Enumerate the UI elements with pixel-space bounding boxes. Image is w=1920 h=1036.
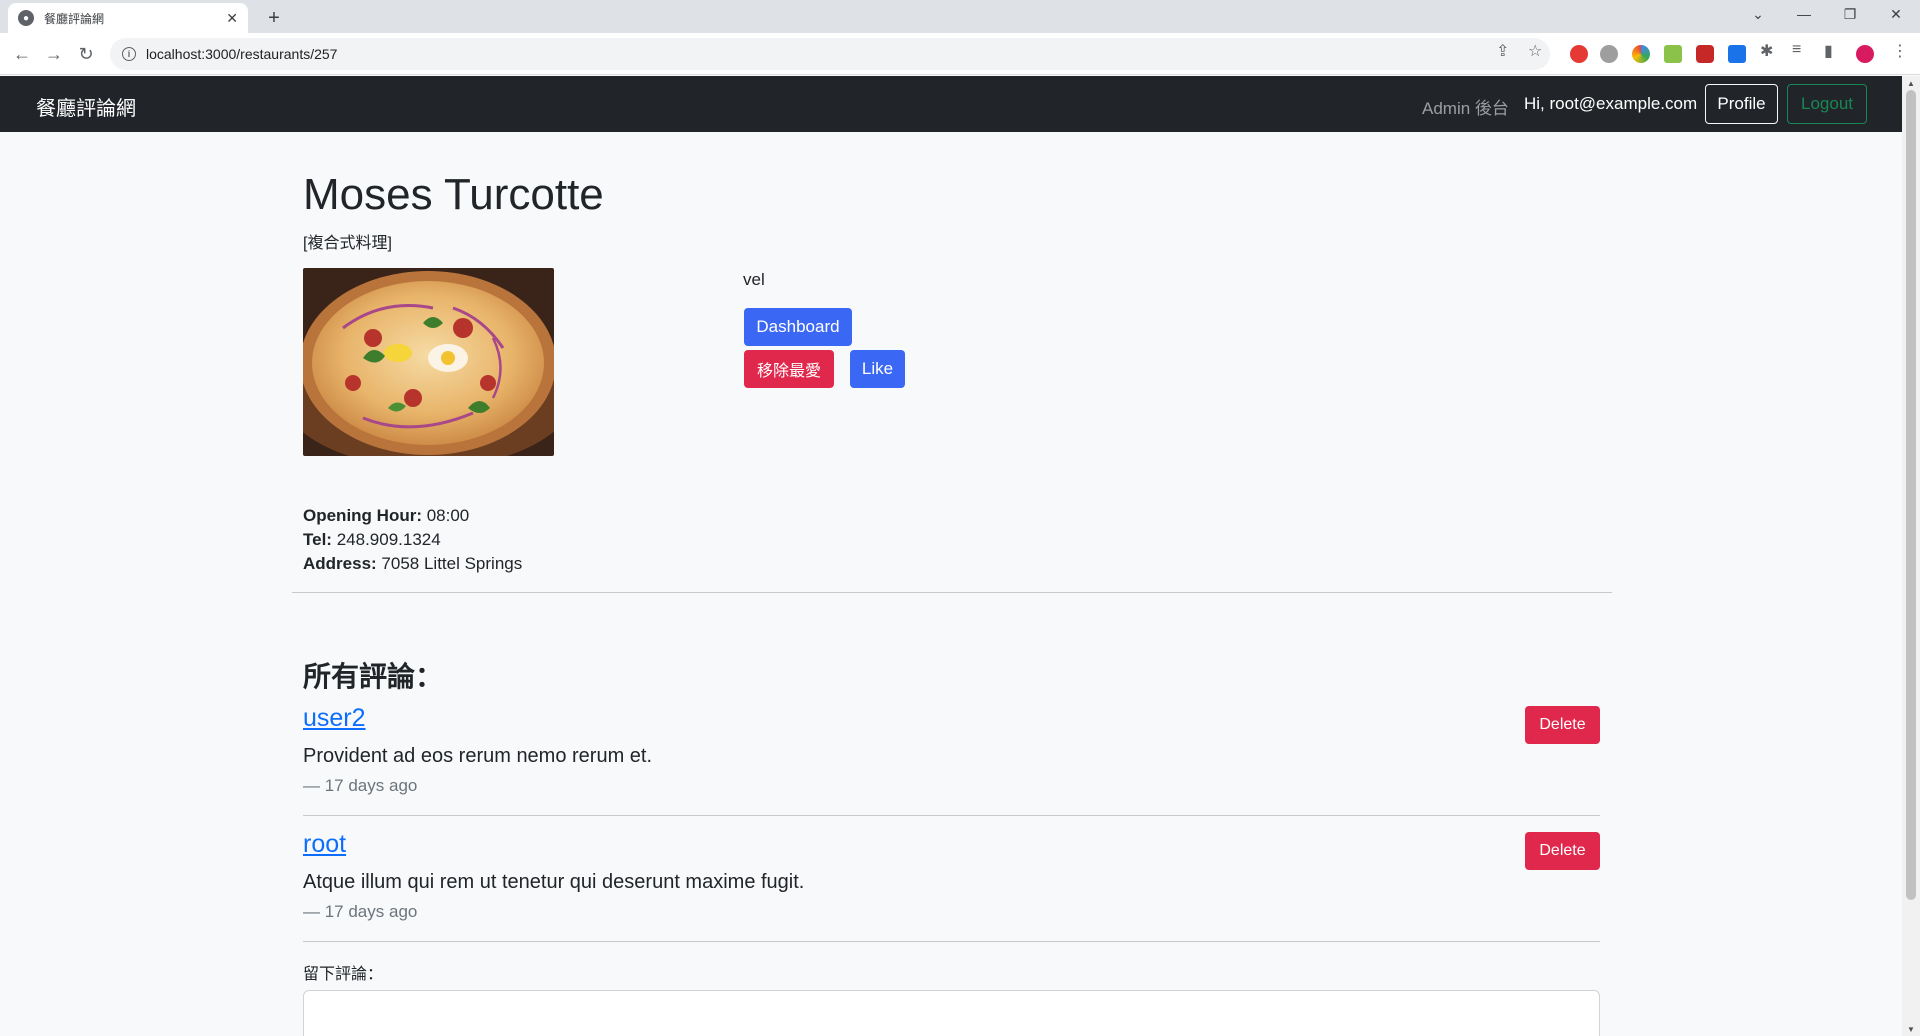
address-value: 7058 Littel Springs	[381, 554, 523, 573]
tel-label: Tel:	[303, 530, 332, 549]
tab-search-icon[interactable]: ⌄	[1736, 0, 1780, 28]
tab-title: 餐廳評論網	[44, 11, 105, 26]
review-time: — 17 days ago	[303, 902, 418, 921]
translate-extension-icon[interactable]	[1728, 45, 1746, 63]
reload-icon[interactable]: ↻	[74, 42, 98, 66]
review-user-link[interactable]: user2	[303, 704, 366, 733]
section-divider	[292, 592, 1612, 593]
globe-icon: ●	[18, 10, 34, 26]
like-button[interactable]: Like	[850, 350, 905, 388]
opening-hour-label: Opening Hour:	[303, 506, 422, 525]
review-divider	[303, 815, 1600, 816]
forward-icon[interactable]: →	[42, 42, 66, 66]
reading-list-icon[interactable]: ≡	[1792, 41, 1801, 59]
menu-kebab-icon[interactable]: ⋮	[1892, 41, 1908, 61]
profile-button[interactable]: Profile	[1705, 84, 1778, 124]
page-scrollbar[interactable]: ▲ ▼	[1902, 76, 1920, 1036]
review-text: Atque illum qui rem ut tenetur qui deser…	[303, 871, 805, 893]
review-divider	[303, 941, 1600, 942]
share-icon[interactable]: ⇪	[1496, 41, 1509, 61]
chrome-extension-icon[interactable]	[1632, 45, 1650, 63]
adblock-extension-icon[interactable]	[1570, 45, 1588, 63]
avatar[interactable]	[1856, 45, 1874, 63]
extension-icon[interactable]	[1664, 45, 1682, 63]
url-text: localhost:3000/restaurants/257	[146, 46, 338, 62]
side-panel-icon[interactable]: ▮	[1824, 41, 1833, 61]
restore-icon[interactable]: ❐	[1828, 0, 1872, 28]
address: Address: 7058 Littel Springs	[303, 554, 522, 574]
browser-toolbar: ← → ↻ i localhost:3000/restaurants/257 ⇪…	[0, 33, 1920, 75]
site-navbar: 餐廳評論網 Admin 後台 Hi, root@example.com Prof…	[0, 76, 1902, 132]
delete-review-button[interactable]: Delete	[1525, 706, 1600, 744]
opening-hour: Opening Hour: 08:00	[303, 506, 469, 526]
restaurant-category: [複合式料理]	[303, 235, 392, 252]
extension-icon[interactable]	[1600, 45, 1618, 63]
restaurant-description: vel	[743, 270, 765, 289]
scroll-thumb[interactable]	[1906, 90, 1916, 900]
dashboard-button[interactable]: Dashboard	[744, 308, 852, 346]
brand-link[interactable]: 餐廳評論網	[36, 92, 136, 121]
comment-textarea[interactable]	[303, 990, 1600, 1036]
opening-hour-value: 08:00	[426, 506, 470, 525]
user-greeting: Hi, root@example.com	[1524, 94, 1698, 113]
browser-tab[interactable]: ● 餐廳評論網 ✕	[8, 3, 248, 33]
address-bar[interactable]: i localhost:3000/restaurants/257	[110, 38, 1550, 70]
reviews-title: 所有評論：	[303, 661, 444, 692]
tel-value: 248.909.1324	[336, 530, 441, 549]
comment-label: 留下評論：	[303, 966, 384, 983]
new-tab-button[interactable]: +	[260, 4, 288, 32]
back-icon[interactable]: ←	[10, 42, 34, 66]
restaurant-name: Moses Turcotte	[303, 170, 604, 219]
bookmark-star-icon[interactable]: ☆	[1528, 41, 1542, 61]
review-time: — 17 days ago	[303, 776, 418, 795]
restaurant-photo	[303, 268, 554, 456]
window-close-icon[interactable]: ✕	[1874, 0, 1918, 28]
telephone: Tel: 248.909.1324	[303, 530, 441, 550]
address-label: Address:	[303, 554, 377, 573]
minimize-icon[interactable]: —	[1782, 0, 1826, 28]
review-user-link[interactable]: root	[303, 830, 346, 859]
review-text: Provident ad eos rerum nemo rerum et.	[303, 745, 653, 767]
puzzle-icon[interactable]: ✱	[1760, 41, 1773, 61]
ublock-extension-icon[interactable]	[1696, 45, 1714, 63]
scroll-down-icon[interactable]: ▼	[1902, 1022, 1920, 1036]
close-tab-icon[interactable]: ✕	[226, 10, 238, 27]
site-info-icon[interactable]: i	[122, 47, 136, 61]
admin-link[interactable]: Admin 後台	[1422, 94, 1509, 119]
logout-button[interactable]: Logout	[1787, 84, 1867, 124]
browser-tab-bar: ● 餐廳評論網 ✕ + ⌄ — ❐ ✕	[0, 0, 1920, 33]
delete-review-button[interactable]: Delete	[1525, 832, 1600, 870]
scroll-up-icon[interactable]: ▲	[1902, 76, 1920, 90]
remove-favorite-button[interactable]: 移除最愛	[744, 350, 834, 388]
